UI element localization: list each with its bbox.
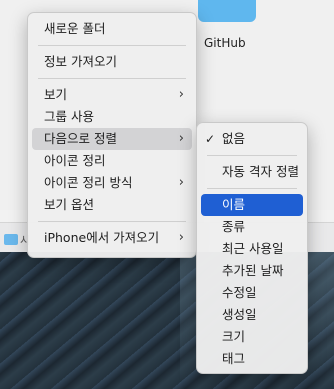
sort-option-date-added[interactable]: 추가된 날짜 [201, 260, 303, 282]
menu-separator [38, 78, 186, 79]
sort-option-size[interactable]: 크기 [201, 326, 303, 348]
menu-separator [207, 155, 297, 156]
sort-option-label: 자동 격자 정렬 [222, 164, 299, 179]
menu-item-sort-by[interactable]: 다음으로 정렬 › [32, 128, 192, 150]
folder-icon[interactable] [198, 0, 256, 22]
sort-submenu: ✓ 없음 자동 격자 정렬 이름 종류 최근 사용일 추가된 날짜 수정일 생성일… [196, 122, 308, 374]
sort-option-label: 생성일 [222, 307, 257, 322]
menu-item-label: 정보 가져오기 [44, 54, 117, 69]
menu-item-clean-up-by[interactable]: 아이콘 정리 방식 › [32, 172, 192, 194]
sort-option-label: 추가된 날짜 [222, 263, 284, 278]
menu-item-clean-up[interactable]: 아이콘 정리 [32, 150, 192, 172]
menu-item-view-options[interactable]: 보기 옵션 [32, 194, 192, 216]
small-folder-icon [4, 234, 18, 245]
menu-item-label: 보기 [44, 87, 68, 102]
menu-item-get-info[interactable]: 정보 가져오기 [32, 51, 192, 73]
menu-item-import-from-iphone[interactable]: iPhone에서 가져오기 › [32, 227, 192, 249]
sort-option-label: 태그 [222, 351, 246, 366]
menu-item-label: 새로운 폴더 [44, 21, 106, 36]
sort-option-date-modified[interactable]: 수정일 [201, 282, 303, 304]
checkmark-icon: ✓ [205, 132, 216, 146]
sort-option-label: 종류 [222, 219, 246, 234]
menu-item-label: 아이콘 정리 [44, 153, 106, 168]
sort-option-label: 수정일 [222, 285, 257, 300]
folder-label[interactable]: GitHub [204, 36, 246, 50]
sort-option-label: 이름 [222, 197, 246, 212]
menu-item-label: 다음으로 정렬 [44, 131, 117, 146]
menu-item-label: 그룹 사용 [44, 109, 94, 124]
sort-option-name[interactable]: 이름 [201, 194, 303, 216]
menu-item-label: 아이콘 정리 방식 [44, 175, 133, 190]
sort-option-label: 크기 [222, 329, 246, 344]
chevron-right-icon: › [178, 175, 184, 190]
chevron-right-icon: › [178, 87, 184, 102]
sort-option-date-created[interactable]: 생성일 [201, 304, 303, 326]
sort-option-label: 최근 사용일 [222, 241, 284, 256]
sort-option-tags[interactable]: 태그 [201, 348, 303, 370]
menu-separator [207, 188, 297, 189]
menu-item-label: 보기 옵션 [44, 197, 94, 212]
context-menu: 새로운 폴더 정보 가져오기 보기 › 그룹 사용 다음으로 정렬 › 아이콘 정리… [27, 12, 197, 258]
sort-option-last-opened[interactable]: 최근 사용일 [201, 238, 303, 260]
menu-item-use-groups[interactable]: 그룹 사용 [32, 106, 192, 128]
sort-option-label: 없음 [222, 131, 246, 146]
menu-item-new-folder[interactable]: 새로운 폴더 [32, 18, 192, 40]
menu-item-view[interactable]: 보기 › [32, 84, 192, 106]
menu-item-label: iPhone에서 가져오기 [44, 230, 160, 245]
chevron-right-icon: › [178, 131, 184, 146]
menu-separator [38, 221, 186, 222]
sort-option-snap-to-grid[interactable]: 자동 격자 정렬 [201, 161, 303, 183]
chevron-right-icon: › [178, 230, 184, 245]
sort-option-none[interactable]: ✓ 없음 [201, 128, 303, 150]
menu-separator [38, 45, 186, 46]
sort-option-kind[interactable]: 종류 [201, 216, 303, 238]
